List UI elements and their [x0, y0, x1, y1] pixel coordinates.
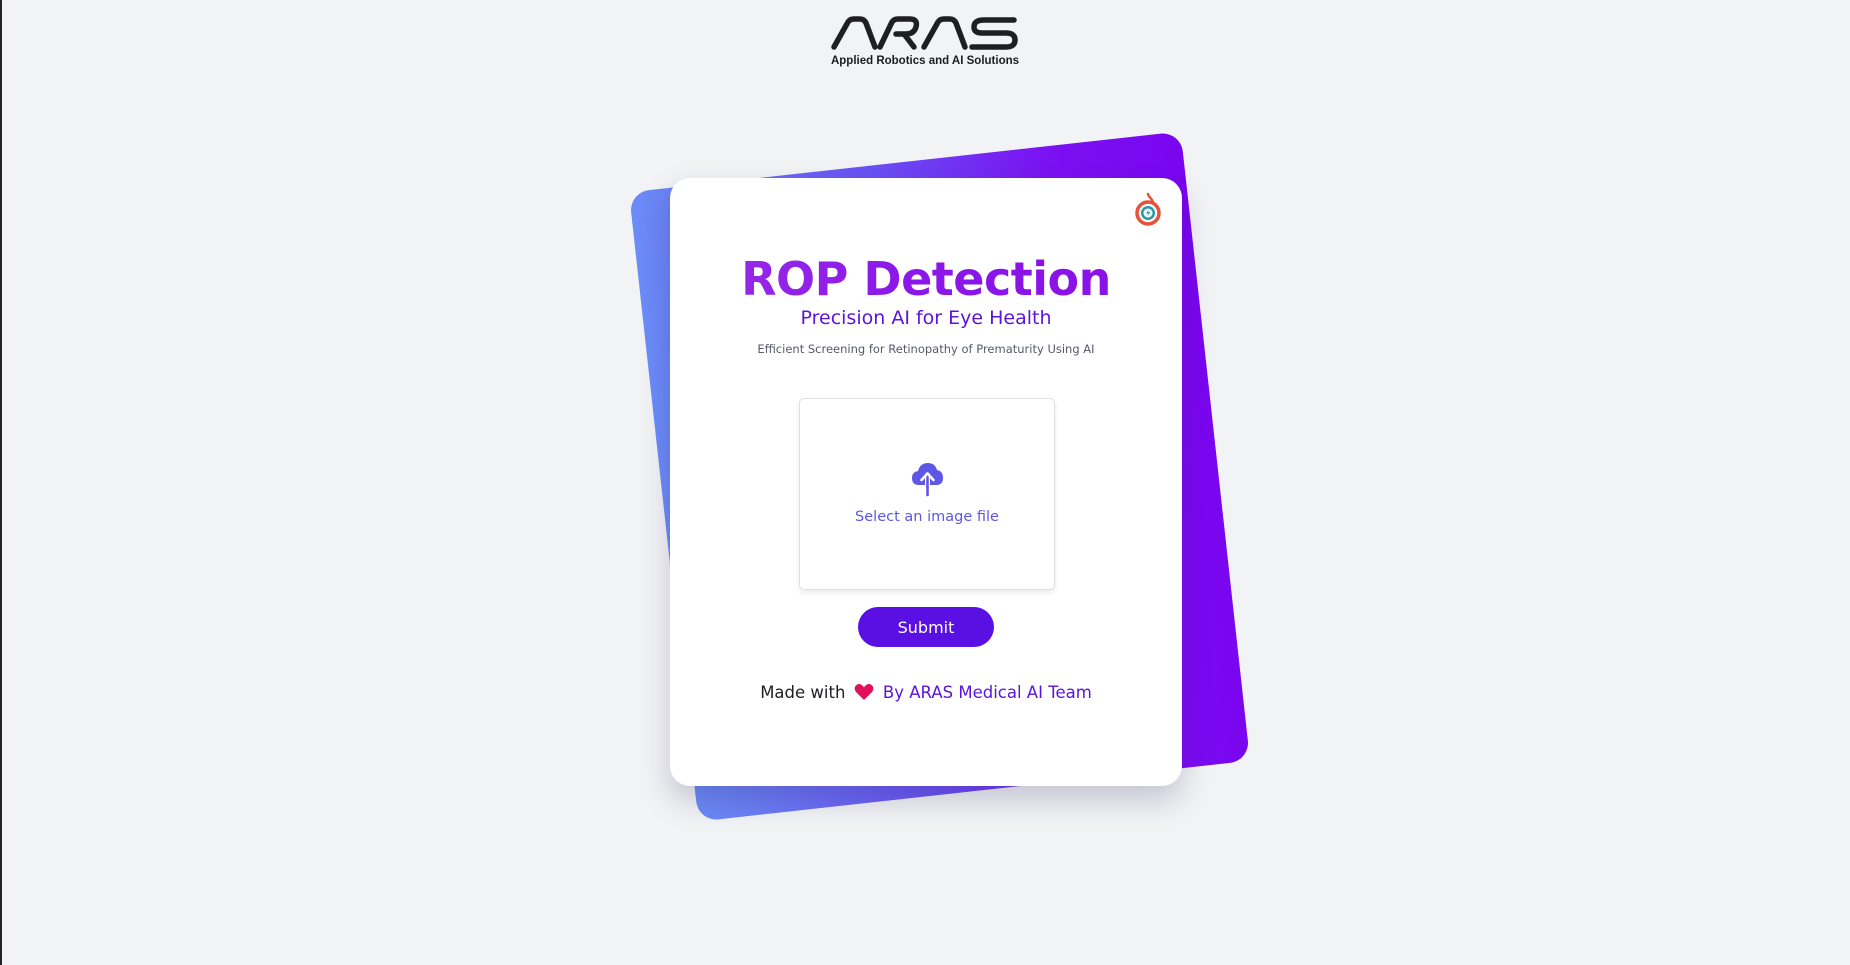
image-upload-dropzone[interactable]: Select an image file	[799, 398, 1055, 590]
page-title: ROP Detection	[670, 252, 1182, 306]
window-edge	[0, 0, 2, 965]
detection-card: ROP Detection Precision AI for Eye Healt…	[670, 178, 1182, 786]
brand-tagline: Applied Robotics and AI Solutions	[830, 55, 1020, 67]
made-with-text: Made with	[760, 683, 846, 702]
logo-badge-icon	[1135, 192, 1161, 226]
page-subtitle: Precision AI for Eye Health	[800, 307, 1052, 329]
heart-icon	[854, 684, 874, 700]
submit-button[interactable]: Submit	[858, 607, 994, 647]
upload-label: Select an image file	[855, 509, 999, 525]
credits-footer: Made with By ARAS Medical AI Team	[670, 683, 1182, 702]
team-credit: By ARAS Medical AI Team	[882, 683, 1092, 702]
aras-logo-icon	[831, 16, 1018, 50]
cloud-upload-icon	[912, 463, 943, 497]
page-description: Efficient Screening for Retinopathy of P…	[757, 342, 1095, 356]
brand-logo: Applied Robotics and AI Solutions	[825, 16, 1025, 67]
